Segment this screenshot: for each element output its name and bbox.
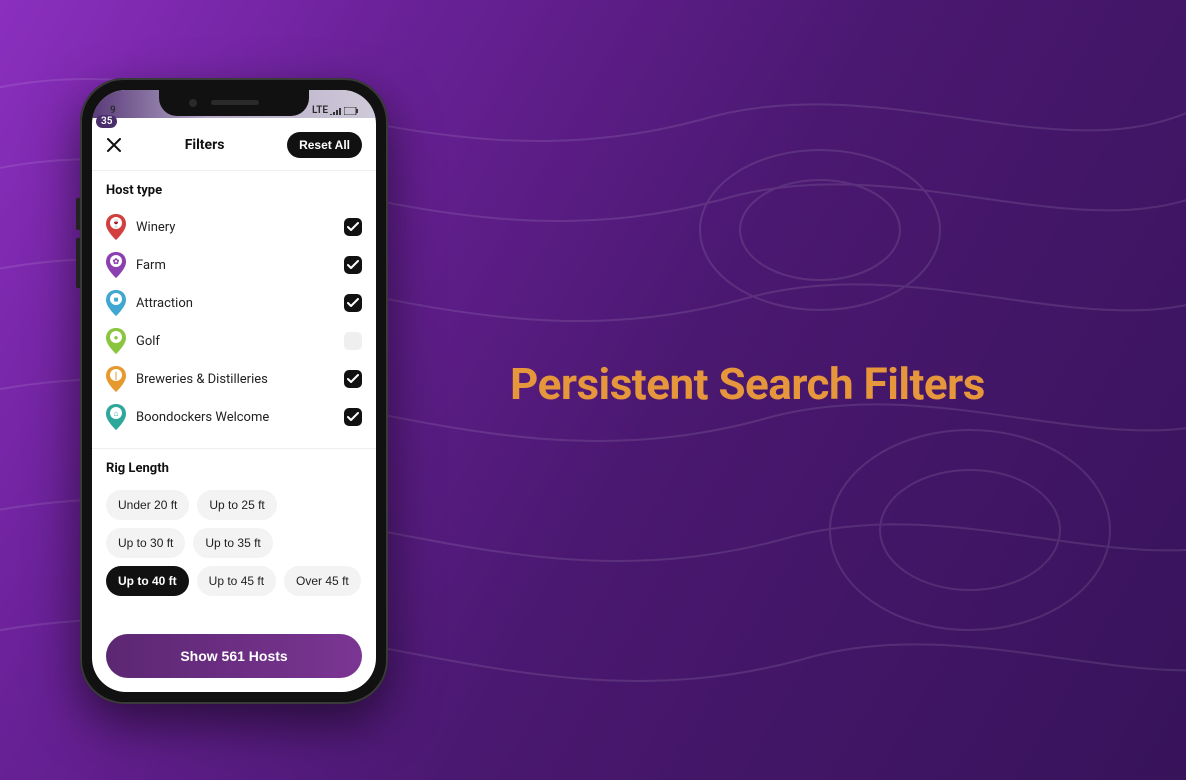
host-type-label: Golf (136, 334, 160, 349)
filters-title: Filters (185, 137, 225, 153)
host-type-checkbox[interactable] (344, 408, 362, 426)
reset-all-button[interactable]: Reset All (287, 132, 362, 158)
host-type-label: Boondockers Welcome (136, 410, 269, 425)
rig-length-title: Rig Length (106, 461, 362, 476)
host-type-checkbox[interactable] (344, 332, 362, 350)
host-type-checkbox[interactable] (344, 370, 362, 388)
rig-length-chip[interactable]: Over 45 ft (284, 566, 361, 596)
host-type-pin-icon: ❘ (106, 366, 126, 392)
host-type-label: Farm (136, 258, 166, 273)
host-type-row[interactable]: ⌂ Boondockers Welcome (106, 398, 362, 436)
rig-length-chip[interactable]: Up to 35 ft (193, 528, 272, 558)
battery-icon (344, 107, 358, 115)
host-type-row[interactable]: ❘ Breweries & Distilleries (106, 360, 362, 398)
filters-header: Filters Reset All (92, 118, 376, 171)
host-type-row[interactable]: 🍷 Winery (106, 208, 362, 246)
host-type-label: Winery (136, 220, 175, 235)
host-type-row[interactable]: ✿ Farm (106, 246, 362, 284)
rig-length-chip[interactable]: Up to 40 ft (106, 566, 189, 596)
phone-frame: 35 9 LTE Filters Reset All Host type 🍷 (80, 78, 388, 704)
host-type-label: Attraction (136, 296, 193, 311)
host-type-label: Breweries & Distilleries (136, 372, 268, 387)
signal-icon (330, 107, 342, 115)
rig-length-chip[interactable]: Up to 45 ft (197, 566, 276, 596)
host-type-pin-icon: ✿ (106, 252, 126, 278)
host-type-pin-icon: ⌂ (106, 404, 126, 430)
host-type-checkbox[interactable] (344, 294, 362, 312)
host-type-pin-icon: ● (106, 328, 126, 354)
show-hosts-button[interactable]: Show 561 Hosts (106, 634, 362, 678)
close-icon (107, 138, 121, 152)
host-type-pin-icon: 🍷 (106, 214, 126, 240)
rig-length-chip[interactable]: Up to 25 ft (197, 490, 276, 520)
host-type-section: Host type 🍷 Winery ✿ Farm ■ Attraction (92, 171, 376, 440)
footer: Show 561 Hosts (92, 620, 376, 692)
rig-length-chip[interactable]: Under 20 ft (106, 490, 189, 520)
host-type-pin-icon: ■ (106, 290, 126, 316)
host-type-row[interactable]: ■ Attraction (106, 284, 362, 322)
headline: Persistent Search Filters (510, 358, 985, 410)
svg-text:🍷: 🍷 (111, 218, 121, 228)
host-type-checkbox[interactable] (344, 256, 362, 274)
rig-length-section: Rig Length Under 20 ft Up to 25 ft Up to 3… (92, 448, 376, 600)
svg-text:●: ● (114, 333, 119, 342)
rig-length-chip[interactable]: Up to 30 ft (106, 528, 185, 558)
phone-screen: 35 9 LTE Filters Reset All Host type 🍷 (92, 90, 376, 692)
host-type-row[interactable]: ● Golf (106, 322, 362, 360)
svg-text:❘: ❘ (113, 371, 120, 381)
status-network: LTE (312, 105, 328, 116)
host-type-title: Host type (106, 183, 362, 198)
svg-text:■: ■ (114, 295, 119, 304)
map-count-badge: 35 (96, 115, 117, 128)
phone-notch (159, 90, 309, 116)
host-type-checkbox[interactable] (344, 218, 362, 236)
svg-text:✿: ✿ (113, 257, 120, 266)
close-button[interactable] (106, 137, 122, 153)
svg-text:⌂: ⌂ (114, 409, 119, 418)
